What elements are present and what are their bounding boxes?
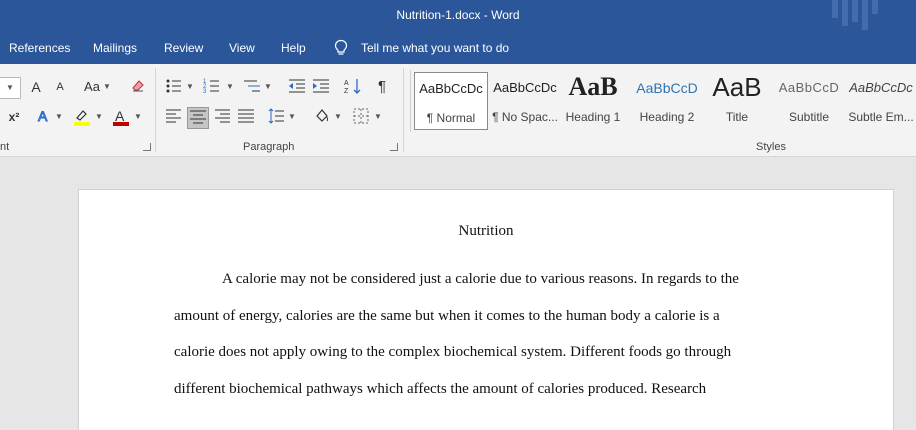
- chevron-down-icon[interactable]: ▼: [374, 107, 382, 127]
- document-page[interactable]: Nutrition A calorie may not be considere…: [78, 189, 894, 430]
- tab-references[interactable]: References: [9, 41, 70, 55]
- svg-text:Z: Z: [344, 88, 349, 95]
- tab-help[interactable]: Help: [281, 41, 306, 55]
- increase-indent-icon[interactable]: [311, 77, 331, 97]
- svg-text:3: 3: [203, 89, 207, 95]
- sort-icon[interactable]: AZ: [343, 77, 363, 97]
- document-title: Nutrition: [458, 223, 514, 239]
- font-group-label: nt: [0, 141, 10, 153]
- style-preview: AaBbCcD: [778, 80, 840, 95]
- chevron-down-icon[interactable]: ▼: [55, 107, 63, 127]
- style-subtitle[interactable]: AaBbCcD Subtitle: [772, 72, 846, 130]
- style-preview: AaBbCcDc: [419, 81, 483, 96]
- style-normal[interactable]: AaBbCcDc ¶ Normal: [414, 72, 488, 130]
- styles-gallery: AaBbCcDc ¶ Normal AaBbCcDc ¶ No Spac... …: [410, 70, 916, 132]
- style-heading-2[interactable]: AaBbCcD Heading 2: [630, 72, 704, 130]
- title-decoration: [832, 0, 882, 30]
- tab-mailings[interactable]: Mailings: [93, 41, 137, 55]
- styles-group-label: Styles: [756, 141, 786, 153]
- paragraph-line: amount of energy, calories are the same …: [174, 308, 720, 324]
- svg-text:A: A: [344, 80, 349, 87]
- style-preview: AaBbCcDc: [849, 80, 913, 95]
- shading-icon[interactable]: [312, 107, 332, 127]
- chevron-down-icon[interactable]: ▼: [134, 107, 142, 127]
- style-name: ¶ Normal: [426, 111, 476, 125]
- chevron-down-icon[interactable]: ▼: [226, 77, 234, 97]
- style-preview: AaBbCcD: [636, 80, 698, 96]
- tell-me-search[interactable]: Tell me what you want to do: [361, 41, 509, 55]
- style-subtle-emphasis[interactable]: AaBbCcDc Subtle Em...: [844, 72, 916, 130]
- paragraph-line: calorie does not apply owing to the comp…: [174, 344, 732, 360]
- title-bar: Nutrition-1.docx - Word: [0, 0, 916, 32]
- tab-review[interactable]: Review: [164, 41, 203, 55]
- paragraph-group-label: Paragraph: [243, 141, 295, 153]
- shrink-font-button[interactable]: A: [50, 77, 70, 97]
- lightbulb-icon[interactable]: [333, 39, 349, 57]
- ribbon-tabs: References Mailings Review View Help Tel…: [0, 32, 916, 64]
- tab-view[interactable]: View: [229, 41, 255, 55]
- style-name: Subtitle: [788, 110, 830, 124]
- ribbon: ▼ A A Aa ▼ x² A ▼ ▼ A ▼ nt ▼ 123 ▼ ▼ AZ …: [0, 64, 916, 157]
- style-name: Heading 1: [565, 110, 621, 124]
- chevron-down-icon[interactable]: ▼: [103, 77, 111, 97]
- chevron-down-icon[interactable]: ▼: [95, 107, 103, 127]
- document-area: Nutrition A calorie may not be considere…: [0, 157, 916, 430]
- style-name: Heading 2: [639, 110, 695, 124]
- justify-icon[interactable]: [236, 107, 256, 127]
- decrease-indent-icon[interactable]: [287, 77, 307, 97]
- text-effects-icon[interactable]: A: [34, 107, 54, 127]
- group-divider: [155, 68, 156, 152]
- style-heading-1[interactable]: AaB Heading 1: [556, 72, 630, 130]
- line-spacing-icon[interactable]: [266, 107, 286, 127]
- window-title: Nutrition-1.docx - Word: [396, 8, 520, 22]
- align-right-icon[interactable]: [212, 107, 232, 127]
- paragraph-dialog-launcher-icon[interactable]: [390, 143, 398, 151]
- svg-text:A: A: [115, 108, 125, 124]
- font-dialog-launcher-icon[interactable]: [143, 143, 151, 151]
- grow-font-button[interactable]: A: [26, 77, 46, 97]
- superscript-button[interactable]: x²: [4, 107, 24, 127]
- style-name: Title: [725, 110, 749, 124]
- paragraph-line: different biochemical pathways which aff…: [174, 381, 707, 397]
- style-preview: AaB: [568, 72, 618, 101]
- chevron-down-icon[interactable]: ▼: [334, 107, 342, 127]
- highlight-color-icon[interactable]: [72, 107, 92, 127]
- svg-text:A: A: [38, 108, 48, 124]
- style-name: ¶ No Spac...: [492, 110, 558, 124]
- clear-formatting-icon[interactable]: [128, 77, 148, 97]
- borders-icon[interactable]: [351, 107, 371, 127]
- style-preview: AaBbCcDc: [493, 80, 557, 95]
- chevron-down-icon[interactable]: ▼: [288, 107, 296, 127]
- show-formatting-marks-icon[interactable]: ¶: [372, 77, 392, 97]
- font-color-icon[interactable]: A: [111, 107, 131, 127]
- font-size-dropdown[interactable]: ▼: [0, 77, 21, 99]
- style-preview: AaB: [712, 72, 762, 102]
- align-center-icon[interactable]: [187, 107, 209, 129]
- align-left-icon[interactable]: [164, 107, 184, 127]
- chevron-down-icon[interactable]: ▼: [264, 77, 272, 97]
- change-case-button[interactable]: Aa: [82, 77, 102, 97]
- style-title[interactable]: AaB Title: [700, 72, 774, 130]
- style-name: Subtle Em...: [848, 110, 914, 124]
- paragraph-line: A calorie may not be considered just a c…: [222, 271, 739, 287]
- multilevel-list-icon[interactable]: [242, 77, 262, 97]
- chevron-down-icon[interactable]: ▼: [186, 77, 194, 97]
- group-divider: [403, 68, 404, 152]
- numbering-icon[interactable]: 123: [202, 77, 222, 97]
- style-no-spacing[interactable]: AaBbCcDc ¶ No Spac...: [488, 72, 562, 130]
- bullets-icon[interactable]: [164, 77, 184, 97]
